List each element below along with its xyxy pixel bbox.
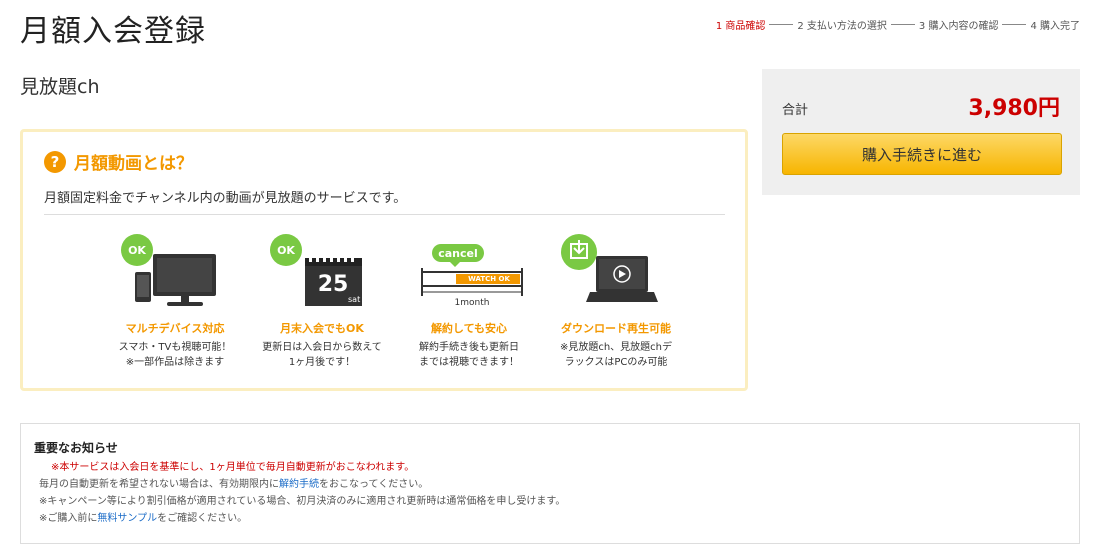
feature-description: ※見放題ch、見放題chデ ラックスはPCのみ可能 [559,342,673,368]
total-label: 合計 [782,103,809,118]
notice-text: ※ご購入前に [39,513,98,524]
free-sample-link[interactable]: 無料サンプル [97,513,157,524]
step-4: 4 購入完了 [1030,21,1080,32]
watch-ok-label: WATCH OK [468,275,510,283]
laptop-download-illustration [561,234,658,302]
notice-lines: ※本サービスは入会日を基準にし、1ヶ月単位で毎月自動更新がおこなわれます。 毎月… [39,459,565,527]
tv-phone-icon: OK [103,232,247,318]
notice-line-auto-renew: ※本サービスは入会日を基準にし、1ヶ月単位で毎月自動更新がおこなわれます。 [51,462,415,473]
notice-title: 重要なお知らせ [34,441,118,455]
question-icon: ? [44,150,66,173]
feature-month-end: OK 25 sat 月末入会でもOK 更新日は入会日から数えて 1ヶ月後です！ [250,232,394,370]
feature-title: 月末入会でもOK [280,322,364,335]
step-divider [890,24,915,25]
info-box: ? 月額動画とは？ 月額固定料金でチャンネル内の動画が見放題のサービスです。 O… [20,129,748,391]
notice-text: をおこなってください。 [319,479,429,490]
info-title: 月額動画とは？ [74,154,193,174]
tv-phone-illustration [135,254,216,306]
notice-text: をご確認ください。 [157,513,248,524]
notice-line-campaign: ※キャンペーン等により割引価格が適用されている場合、初月決済のみに適用され更新時… [39,496,566,507]
step-divider [1002,24,1027,25]
divider [44,214,725,215]
product-name: 見放題ch [20,76,100,98]
order-summary: 合計 3,980円 購入手続きに進む [762,69,1080,195]
notice-text: 毎月の自動更新を希望されない場合は、有効期限内に [39,479,279,490]
feature-list: OK マルチデバイス対応 スマホ・TVも視聴可能！ ※一部作品は除きます OK [103,232,691,370]
step-3: 3 購入内容の確認 [918,21,999,32]
cancel-procedure-link[interactable]: 解約手続 [279,479,319,490]
feature-description: スマホ・TVも視聴可能！ ※一部作品は除きます [118,342,232,368]
important-notice: 重要なお知らせ ※本サービスは入会日を基準にし、1ヶ月単位で毎月自動更新がおこな… [20,423,1080,544]
calendar-day: 25 [317,272,349,297]
month-bar-icon: cancel WATCH OK 1month [397,232,541,318]
feature-multi-device: OK マルチデバイス対応 スマホ・TVも視聴可能！ ※一部作品は除きます [103,232,247,370]
info-heading: ? 月額動画とは？ [44,149,193,174]
feature-title: 解約しても安心 [430,322,508,335]
calendar-weekday: sat [348,295,361,304]
proceed-purchase-button[interactable]: 購入手続きに進む [782,133,1062,175]
step-1: 1 商品確認 [715,21,766,32]
laptop-download-icon [544,232,688,318]
step-divider [769,24,794,25]
info-description: 月額固定料金でチャンネル内の動画が見放題のサービスです。 [44,191,407,206]
feature-description: 解約手続き後も更新日 までは視聴できます！ [419,342,519,368]
page-title: 月額入会登録 [20,14,206,49]
checkout-steps: 1 商品確認 2 支払い方法の選択 3 購入内容の確認 4 購入完了 [716,17,1080,32]
one-month-label: 1month [454,298,490,308]
total-price: 3,980円 [968,96,1060,121]
feature-title: マルチデバイス対応 [125,322,225,335]
notice-line-cancel: 毎月の自動更新を希望されない場合は、有効期限内に解約手続をおこなってください。 [39,476,565,493]
step-2: 2 支払い方法の選択 [797,21,887,32]
feature-cancel-safe: cancel WATCH OK 1month 解約しても安心 解約手続き後も更新… [397,232,541,370]
feature-download: ダウンロード再生可能 ※見放題ch、見放題chデ ラックスはPCのみ可能 [544,232,688,370]
calendar-icon: OK 25 sat [250,232,394,318]
notice-line-sample: ※ご購入前に無料サンプルをご確認ください。 [39,510,565,527]
feature-description: 更新日は入会日から数えて 1ヶ月後です！ [262,342,382,368]
feature-title: ダウンロード再生可能 [561,322,671,335]
